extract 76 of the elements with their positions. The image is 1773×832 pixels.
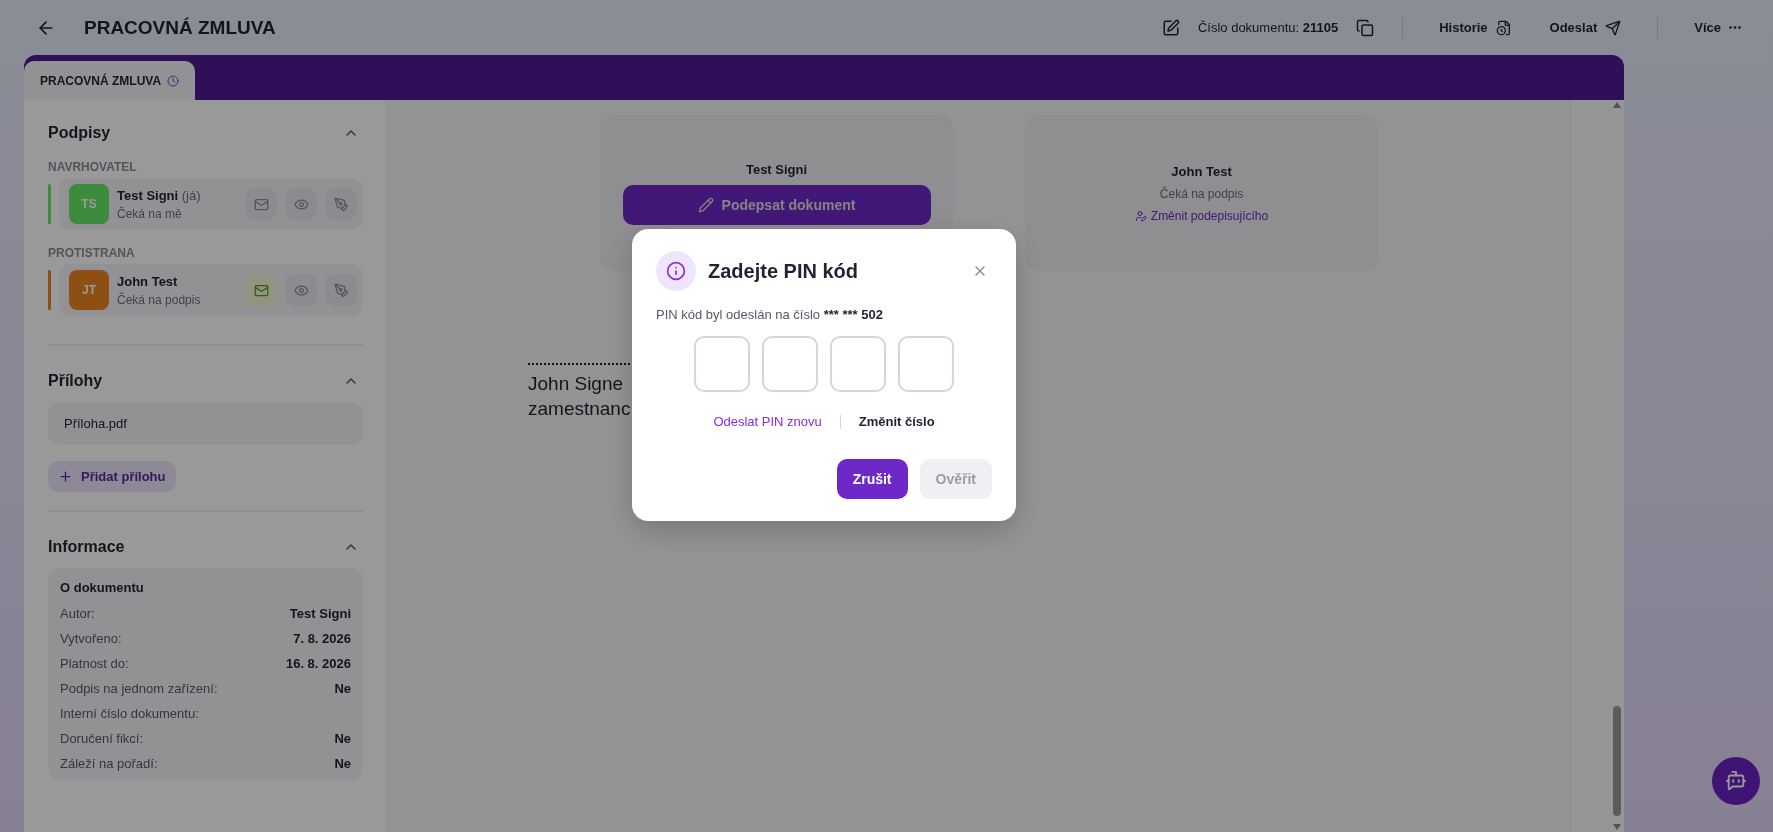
attachment-item[interactable]: Příloha.pdf xyxy=(48,402,363,445)
pen-nib-icon xyxy=(333,196,349,212)
chatbot-button[interactable] xyxy=(1712,757,1760,805)
add-attachment-button[interactable]: Přidat přílohu xyxy=(48,461,176,492)
plus-icon xyxy=(58,469,73,484)
info-value: 16. 8. 2026 xyxy=(285,656,351,671)
resend-pin-link[interactable]: Odeslat PIN znovu xyxy=(713,414,822,429)
more-icon xyxy=(1729,26,1741,29)
sign-button[interactable] xyxy=(325,188,357,220)
signer-status: Čeká na podpis xyxy=(1159,186,1244,201)
info-label: Interní číslo dokumentu: xyxy=(60,706,199,721)
section-title: Přílohy xyxy=(48,372,103,390)
info-icon xyxy=(666,261,686,281)
change-signer-link[interactable]: Změnit podepisujícího xyxy=(1134,208,1269,223)
document-number: Číslo dokumentu: 21105 xyxy=(1197,20,1339,35)
signer-status: Čeká na podpis xyxy=(117,292,202,307)
signer-name: John Test xyxy=(117,273,179,289)
view-button[interactable] xyxy=(285,188,317,220)
document-text: zamestnanc xyxy=(528,397,632,421)
document-title: PRACOVNÁ ZMLUVA xyxy=(84,16,277,39)
header-action[interactable]: Více xyxy=(1682,16,1753,39)
header-action[interactable]: Odeslat xyxy=(1537,15,1634,40)
pencil-icon xyxy=(697,196,714,213)
change-number-link[interactable]: Změnit číslo xyxy=(858,414,935,429)
group-label: PROTISTRANA xyxy=(48,246,136,260)
info-label: Vytvořeno: xyxy=(60,631,122,646)
info-value: Test Signi xyxy=(289,606,351,621)
robot-icon xyxy=(1725,770,1747,792)
history-icon xyxy=(1495,19,1512,36)
info-label: Autor: xyxy=(60,606,95,621)
scrollbar-thumb[interactable] xyxy=(1613,706,1621,816)
signer-name: Test Signi (já) xyxy=(117,187,202,203)
sign-document-button[interactable]: Podepsat dokument xyxy=(622,184,931,225)
info-card-title: O dokumentu xyxy=(60,580,145,595)
info-label: Platnost do: xyxy=(60,656,129,671)
section-title: Podpisy xyxy=(48,124,111,142)
email-button[interactable] xyxy=(245,274,277,306)
email-button[interactable] xyxy=(245,188,277,220)
scroll-down-icon[interactable] xyxy=(1613,824,1621,830)
avatar: JT xyxy=(69,270,109,310)
signer-status: Čeká na mě xyxy=(117,206,183,221)
document-tab[interactable]: PRACOVNÁ ZMLUVA xyxy=(24,61,196,100)
eye-icon xyxy=(293,282,309,298)
dialog-button[interactable]: Zrušit xyxy=(836,459,908,499)
sign-button[interactable] xyxy=(325,274,357,306)
section-title: Informace xyxy=(48,538,125,556)
eye-icon xyxy=(293,196,309,212)
header-action[interactable]: Historie xyxy=(1427,15,1524,40)
signer-name: Test Signi xyxy=(745,161,808,177)
send-icon xyxy=(1605,19,1622,36)
signer-name: John Test xyxy=(1171,163,1232,179)
pin-digit-field[interactable] xyxy=(898,336,954,392)
scroll-up-icon[interactable] xyxy=(1613,102,1621,108)
info-value: Ne xyxy=(334,756,351,771)
clock-icon xyxy=(167,74,180,87)
dialog-message: PIN kód byl odeslán na číslo *** *** 502 xyxy=(656,307,884,322)
pen-nib-icon xyxy=(333,282,349,298)
document-text: John Signe xyxy=(528,372,625,396)
pin-digit-field[interactable] xyxy=(694,336,750,392)
group-label: NAVRHOVATEL xyxy=(48,160,138,174)
user-edit-icon xyxy=(1134,209,1147,222)
info-value: 7. 8. 2026 xyxy=(293,631,351,646)
avatar: TS xyxy=(69,184,109,224)
dialog-title: Zadejte PIN kód xyxy=(708,259,860,283)
edit-icon xyxy=(1161,18,1180,37)
mail-icon xyxy=(253,196,269,212)
pin-digit-field[interactable] xyxy=(762,336,818,392)
pin-digit-field[interactable] xyxy=(830,336,886,392)
info-value: Ne xyxy=(334,681,351,696)
view-button[interactable] xyxy=(285,274,317,306)
copy-icon xyxy=(1356,18,1375,37)
info-value: Ne xyxy=(334,731,351,746)
info-label: Záleží na pořadí: xyxy=(60,756,158,771)
mail-icon xyxy=(253,282,269,298)
info-label: Podpis na jednom zařízení: xyxy=(60,681,218,696)
info-label: Doručení fikcí: xyxy=(60,731,144,746)
